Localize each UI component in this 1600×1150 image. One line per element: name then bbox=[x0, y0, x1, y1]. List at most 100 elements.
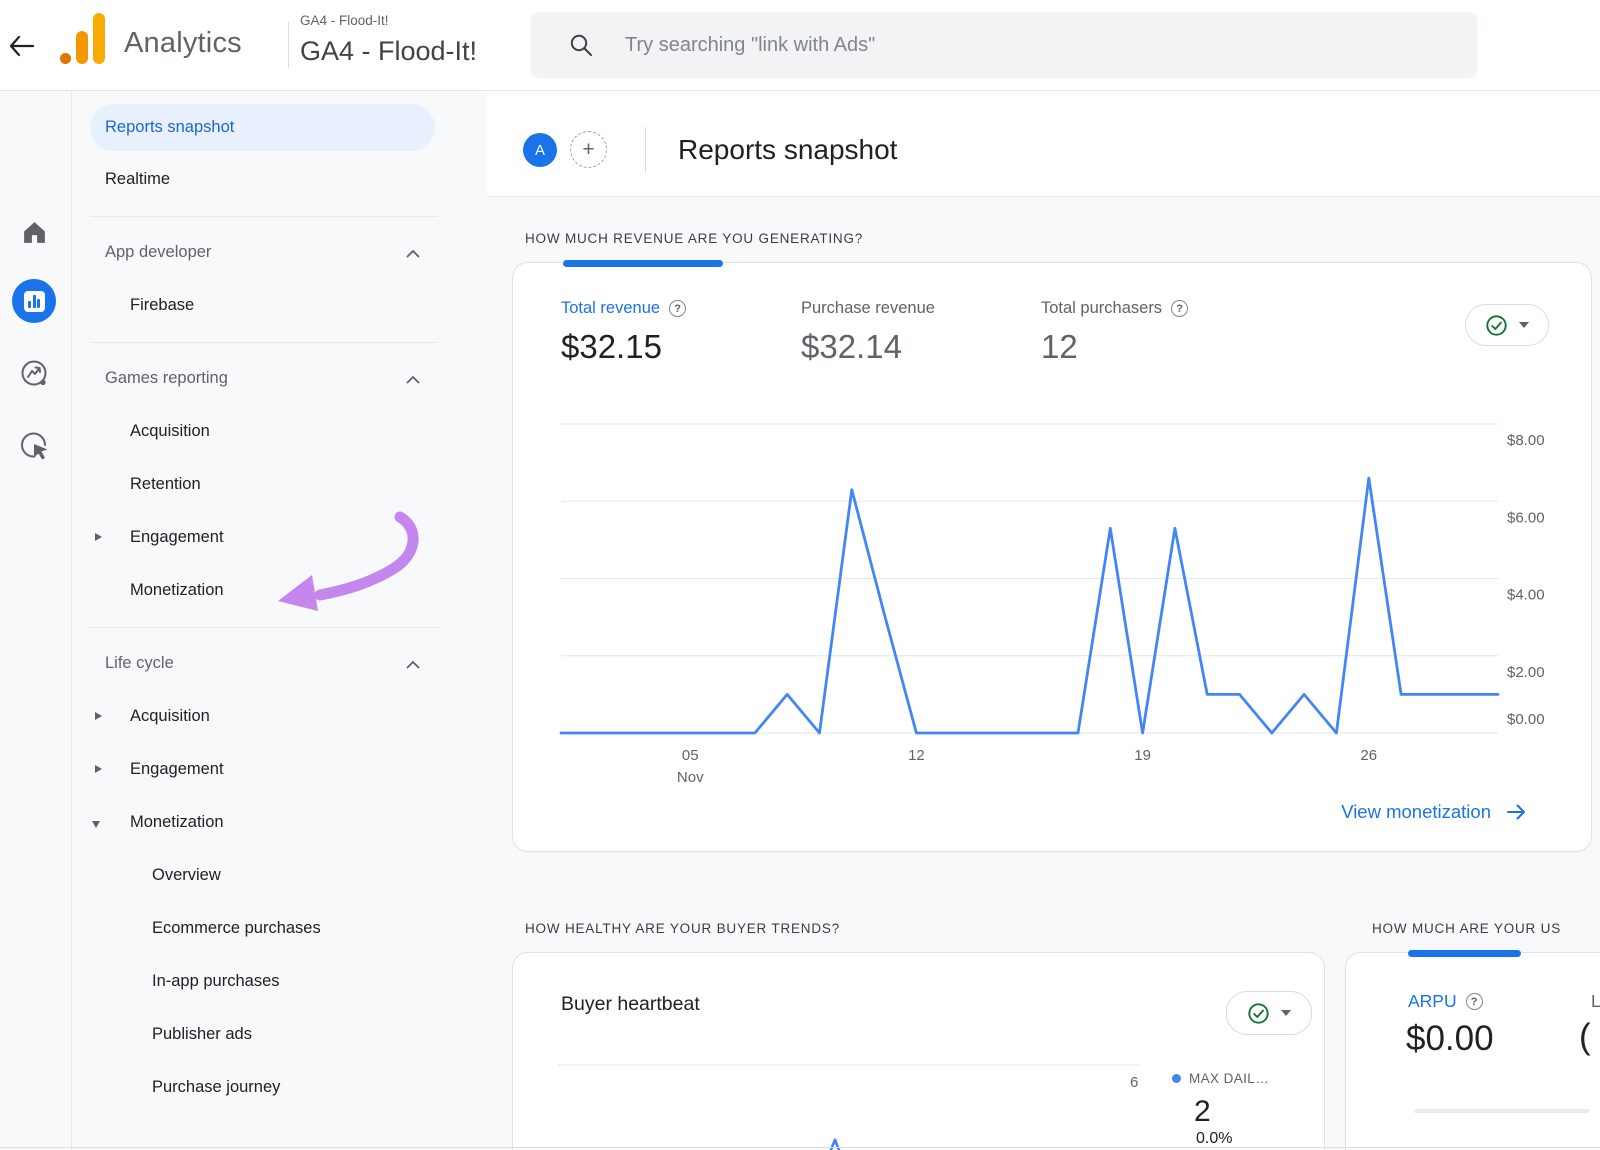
property-switcher[interactable]: GA4 - Flood-It! bbox=[300, 36, 477, 67]
sidebar-item-acquisition[interactable]: Acquisition bbox=[72, 405, 460, 458]
metric-label: Total purchasers bbox=[1041, 299, 1162, 318]
add-comparison-button[interactable]: + bbox=[570, 131, 607, 168]
arpu-chart-gridline bbox=[1414, 1109, 1589, 1113]
top-app-bar: Analytics GA4 - Flood-It! GA4 - Flood-It… bbox=[0, 0, 1600, 91]
sidebar-item-label: Publisher ads bbox=[152, 1025, 252, 1044]
data-quality-button[interactable] bbox=[1226, 991, 1312, 1035]
expand-expander-icon[interactable] bbox=[95, 533, 102, 541]
sidebar-item-label: Acquisition bbox=[130, 422, 210, 441]
sidebar-item-label: Retention bbox=[130, 475, 201, 494]
explore-icon[interactable] bbox=[19, 358, 50, 394]
sidebar-item-label: Acquisition bbox=[130, 707, 210, 726]
svg-text:12: 12 bbox=[908, 747, 925, 764]
help-icon[interactable]: ? bbox=[1466, 993, 1483, 1010]
sidebar-item-acquisition[interactable]: Acquisition bbox=[72, 690, 460, 743]
logo-bar-tall bbox=[93, 13, 105, 64]
sidebar-item-games-reporting[interactable]: Games reporting bbox=[72, 352, 460, 405]
sidebar-item-app-developer[interactable]: App developer bbox=[72, 226, 460, 279]
sidebar-item-label: Engagement bbox=[130, 528, 224, 547]
reports-icon[interactable] bbox=[12, 279, 56, 323]
carousel-tab-indicator[interactable] bbox=[563, 260, 723, 267]
metric-value: $32.14 bbox=[801, 328, 935, 366]
carousel-tab-indicator[interactable] bbox=[1408, 950, 1521, 957]
revenue-overview-card: Total revenue?$32.15Purchase revenue$32.… bbox=[512, 262, 1592, 852]
avatar[interactable]: A bbox=[523, 133, 557, 167]
chevron-up-icon[interactable] bbox=[406, 660, 420, 669]
arpu-card: ARPU ? $0.00 L ( bbox=[1345, 952, 1600, 1150]
sidebar-item-label: Overview bbox=[152, 866, 221, 885]
expand-expander-icon[interactable] bbox=[95, 765, 102, 773]
view-monetization-link[interactable]: View monetization bbox=[1341, 801, 1527, 823]
sidebar-item-label: Reports snapshot bbox=[105, 118, 234, 137]
legend-value: 2 bbox=[1194, 1095, 1211, 1129]
metric-value: $32.15 bbox=[561, 328, 686, 366]
sidebar-item-overview[interactable]: Overview bbox=[72, 849, 460, 902]
help-icon[interactable]: ? bbox=[669, 300, 686, 317]
sidebar-item-retention[interactable]: Retention bbox=[72, 458, 460, 511]
left-icon-rail bbox=[0, 90, 72, 1150]
sidebar-item-in-app-purchases[interactable]: In-app purchases bbox=[72, 955, 460, 1008]
clipped-second-metric-value: ( bbox=[1579, 1017, 1591, 1057]
legend-dot-icon bbox=[1172, 1074, 1181, 1083]
title-divider bbox=[645, 127, 646, 173]
sidebar-item-firebase[interactable]: Firebase bbox=[72, 279, 460, 332]
sidebar-divider bbox=[72, 206, 460, 226]
analytics-logo-icon[interactable] bbox=[60, 12, 108, 65]
reports-icon-glyph bbox=[24, 291, 45, 312]
svg-text:19: 19 bbox=[1134, 747, 1151, 764]
legend-label: MAX DAIL… bbox=[1189, 1071, 1269, 1086]
svg-text:$6.00: $6.00 bbox=[1507, 509, 1545, 526]
search-placeholder: Try searching "link with Ads" bbox=[625, 12, 875, 78]
chevron-down-icon bbox=[1281, 1010, 1291, 1016]
sidebar-item-monetization[interactable]: Monetization bbox=[72, 796, 460, 849]
sidebar-item-monetization[interactable]: Monetization bbox=[72, 564, 460, 617]
arpu-metric-tab[interactable]: ARPU ? bbox=[1408, 991, 1483, 1012]
collapse-expander-icon[interactable] bbox=[92, 821, 100, 828]
sidebar-item-publisher-ads[interactable]: Publisher ads bbox=[72, 1008, 460, 1061]
sidebar-item-label: Firebase bbox=[130, 296, 194, 315]
metric-tab-total-revenue[interactable]: Total revenue?$32.15 bbox=[561, 299, 686, 366]
search-icon bbox=[569, 33, 594, 63]
sidebar-divider bbox=[72, 617, 460, 637]
sidebar-item-life-cycle[interactable]: Life cycle bbox=[72, 637, 460, 690]
clipped-second-metric-label: L bbox=[1591, 991, 1600, 1012]
data-quality-check-icon bbox=[1247, 1002, 1270, 1025]
chevron-up-icon[interactable] bbox=[406, 249, 420, 258]
page-title: Reports snapshot bbox=[678, 134, 897, 166]
arrow-right-icon bbox=[1505, 801, 1527, 823]
sidebar-item-label: In-app purchases bbox=[152, 972, 280, 991]
advertising-icon[interactable] bbox=[19, 430, 50, 466]
sidebar-item-purchase-journey[interactable]: Purchase journey bbox=[72, 1061, 460, 1114]
svg-text:26: 26 bbox=[1360, 747, 1377, 764]
arpu-label: ARPU bbox=[1408, 991, 1457, 1012]
metric-tab-purchase-revenue[interactable]: Purchase revenue $32.14 bbox=[801, 299, 935, 366]
buyer-heartbeat-title: Buyer heartbeat bbox=[561, 993, 700, 1016]
sidebar-item-engagement[interactable]: Engagement bbox=[72, 511, 460, 564]
help-icon[interactable]: ? bbox=[1171, 300, 1188, 317]
buyer-heartbeat-card: Buyer heartbeat 6 MAX DAIL… 2 0.0% bbox=[512, 952, 1325, 1150]
sidebar-item-ecommerce-purchases[interactable]: Ecommerce purchases bbox=[72, 902, 460, 955]
home-icon[interactable] bbox=[21, 219, 48, 251]
sidebar-item-engagement[interactable]: Engagement bbox=[72, 743, 460, 796]
svg-text:$8.00: $8.00 bbox=[1507, 432, 1545, 449]
section-label-users-worth: HOW MUCH ARE YOUR US bbox=[1372, 921, 1561, 936]
sidebar-item-realtime[interactable]: Realtime bbox=[72, 153, 460, 206]
report-title-band: A + Reports snapshot bbox=[487, 90, 1600, 197]
app-name: Analytics bbox=[124, 27, 242, 60]
chevron-up-icon[interactable] bbox=[406, 375, 420, 384]
section-label-revenue: HOW MUCH REVENUE ARE YOU GENERATING? bbox=[525, 231, 863, 246]
sidebar-item-reports-snapshot[interactable]: Reports snapshot bbox=[90, 104, 435, 151]
sidebar-item-label: Ecommerce purchases bbox=[152, 919, 321, 938]
back-arrow-icon[interactable] bbox=[6, 31, 36, 61]
metric-tab-total-purchasers[interactable]: Total purchasers?12 bbox=[1041, 299, 1188, 366]
search-input[interactable]: Try searching "link with Ads" bbox=[531, 12, 1477, 78]
metric-label: Purchase revenue bbox=[801, 299, 935, 318]
section-label-buyer-trends: HOW HEALTHY ARE YOUR BUYER TRENDS? bbox=[525, 921, 840, 936]
svg-text:6: 6 bbox=[1130, 1074, 1138, 1091]
svg-text:$4.00: $4.00 bbox=[1507, 587, 1545, 604]
data-quality-button[interactable] bbox=[1465, 304, 1549, 346]
expand-expander-icon[interactable] bbox=[95, 712, 102, 720]
sidebar-item-label: App developer bbox=[105, 243, 211, 262]
sidebar-item-label: Engagement bbox=[130, 760, 224, 779]
chevron-down-icon bbox=[1519, 322, 1529, 328]
